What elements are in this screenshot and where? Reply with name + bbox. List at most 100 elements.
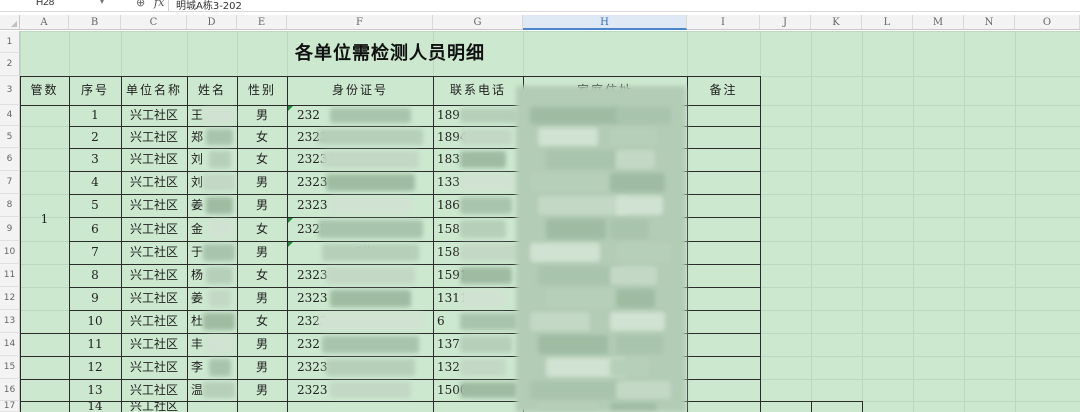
column-header-n[interactable]: N	[964, 15, 1015, 30]
column-header-b[interactable]: B	[69, 15, 121, 30]
header-cell-9[interactable]: 备注	[687, 76, 760, 105]
cell-gender[interactable]: 男	[237, 194, 287, 217]
cell-no[interactable]: 2	[69, 126, 121, 148]
cell-unit[interactable]: 兴工社区	[121, 333, 187, 356]
column-header-o[interactable]: O	[1015, 15, 1080, 30]
cell-no[interactable]: 1	[69, 105, 121, 126]
cell-no[interactable]: 12	[69, 356, 121, 379]
cell-unit[interactable]: 兴工社区	[121, 217, 187, 241]
column-header-k[interactable]: K	[811, 15, 862, 30]
cell-phone[interactable]	[437, 401, 523, 412]
cell-gender[interactable]: 男	[237, 241, 287, 264]
column-header-c[interactable]: C	[121, 15, 187, 30]
row-header-3[interactable]: 3	[0, 76, 20, 105]
cell-gender[interactable]: 男	[237, 171, 287, 194]
row-header-1[interactable]: 1	[0, 31, 20, 53]
cell-unit[interactable]: 兴工社区	[121, 148, 187, 171]
column-header-f[interactable]: F	[287, 15, 433, 30]
cell-unit[interactable]: 兴工社区	[121, 194, 187, 217]
header-cell-2[interactable]: 序号	[69, 76, 121, 105]
row-header-14[interactable]: 14	[0, 333, 20, 356]
blurred-address-row	[616, 196, 663, 215]
cell-gender[interactable]: 男	[237, 379, 287, 401]
row-header-6[interactable]: 6	[0, 148, 20, 171]
column-header-h[interactable]: H	[523, 15, 687, 30]
cell-id[interactable]	[291, 401, 433, 412]
cell-gender[interactable]: 男	[237, 333, 287, 356]
column-header-j[interactable]: J	[760, 15, 811, 30]
header-cell-4[interactable]: 姓名	[187, 76, 237, 105]
column-header-m[interactable]: M	[913, 15, 964, 30]
header-cell-3[interactable]: 单位名称	[121, 76, 187, 105]
cell-unit[interactable]: 兴工社区	[121, 171, 187, 194]
cell-name[interactable]	[191, 401, 237, 412]
cell-no[interactable]: 7	[69, 241, 121, 264]
cell-gender[interactable]: 女	[237, 264, 287, 287]
row-header-13[interactable]: 13	[0, 310, 20, 333]
cell-unit[interactable]: 兴工社区	[121, 356, 187, 379]
name-box[interactable]: H28 ▾	[6, 0, 106, 11]
group-cell[interactable]: 1	[20, 105, 69, 333]
formula-input[interactable]: 明城A栋3-202	[176, 0, 242, 11]
table-border-vertical	[20, 76, 21, 412]
cell-gender[interactable]: 女	[237, 148, 287, 171]
row-header-16[interactable]: 16	[0, 379, 20, 401]
cell-no[interactable]: 6	[69, 217, 121, 241]
row-header-15[interactable]: 15	[0, 356, 20, 379]
cell-gender[interactable]: 男	[237, 356, 287, 379]
cell-no[interactable]: 9	[69, 287, 121, 310]
header-cell-1[interactable]: 管数	[20, 76, 69, 105]
cell-gender[interactable]	[237, 401, 287, 412]
row-header-2[interactable]: 2	[0, 53, 20, 76]
cell-no[interactable]: 3	[69, 148, 121, 171]
column-header-e[interactable]: E	[237, 15, 287, 30]
header-cell-7[interactable]: 联系电话	[433, 76, 523, 105]
gridline-vertical	[811, 31, 812, 412]
function-icon[interactable]: fx	[154, 0, 164, 9]
blurred-address-row	[530, 173, 610, 192]
cell-gender[interactable]: 男	[237, 105, 287, 126]
column-header-a[interactable]: A	[20, 15, 69, 30]
blurred-id	[330, 197, 411, 214]
cell-unit[interactable]: 兴工社区	[121, 310, 187, 333]
column-header-d[interactable]: D	[187, 15, 237, 30]
chevron-down-icon[interactable]: ▾	[100, 0, 104, 6]
row-header-12[interactable]: 12	[0, 287, 20, 310]
cell-gender[interactable]: 女	[237, 217, 287, 241]
row-header-11[interactable]: 11	[0, 264, 20, 287]
zoom-search-icon[interactable]: ⊕	[136, 0, 145, 9]
column-header-g[interactable]: G	[433, 15, 523, 30]
blurred-address-row	[610, 403, 657, 410]
cell-unit[interactable]: 兴工社区	[121, 241, 187, 264]
cell-unit[interactable]: 兴工社区	[121, 379, 187, 401]
column-header-l[interactable]: L	[862, 15, 913, 30]
cell-unit[interactable]: 兴工社区	[121, 401, 187, 412]
cell-no[interactable]: 11	[69, 333, 121, 356]
row-header-9[interactable]: 9	[0, 217, 20, 241]
cell-no[interactable]: 14	[69, 401, 121, 412]
cell-gender[interactable]: 女	[237, 310, 287, 333]
cell-unit[interactable]: 兴工社区	[121, 126, 187, 148]
row-header-7[interactable]: 7	[0, 171, 20, 194]
row-header-5[interactable]: 5	[0, 126, 20, 148]
cell-no[interactable]: 8	[69, 264, 121, 287]
cell-unit[interactable]: 兴工社区	[121, 105, 187, 126]
cell-no[interactable]: 5	[69, 194, 121, 217]
cell-no[interactable]: 13	[69, 379, 121, 401]
cell-unit[interactable]: 兴工社区	[121, 287, 187, 310]
cell-gender[interactable]: 男	[237, 287, 287, 310]
cell-no[interactable]: 10	[69, 310, 121, 333]
row-header-10[interactable]: 10	[0, 241, 20, 264]
sheet-grid[interactable]: 各单位需检测人员明细 管数序号单位名称姓名性别身份证号联系电话家庭住址备注 1兴…	[20, 31, 1080, 412]
cell-gender[interactable]: 女	[237, 126, 287, 148]
header-cell-6[interactable]: 身份证号	[287, 76, 433, 105]
cell-unit[interactable]: 兴工社区	[121, 264, 187, 287]
column-header-i[interactable]: I	[687, 15, 760, 30]
row-header-17[interactable]: 17	[0, 401, 20, 412]
blurred-phone	[460, 336, 512, 353]
header-cell-5[interactable]: 性别	[237, 76, 287, 105]
select-all-corner[interactable]	[0, 15, 20, 30]
cell-no[interactable]: 4	[69, 171, 121, 194]
row-header-4[interactable]: 4	[0, 105, 20, 126]
row-header-8[interactable]: 8	[0, 194, 20, 217]
